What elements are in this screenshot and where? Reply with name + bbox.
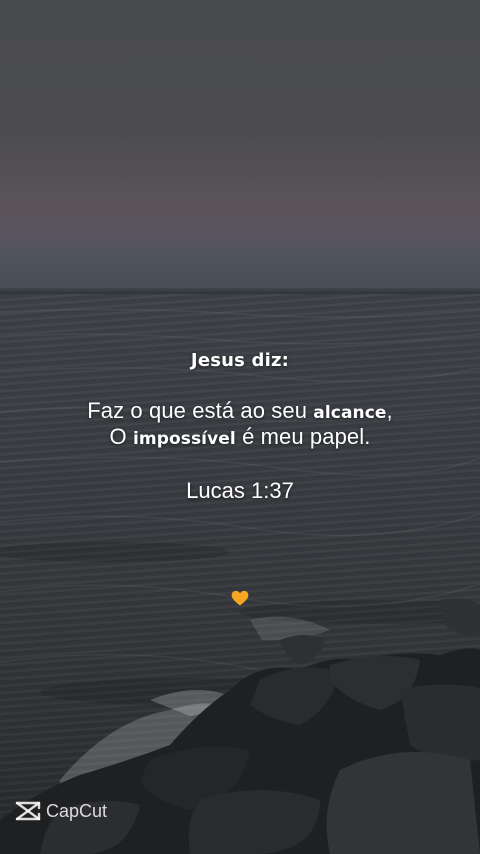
quote-line-2-pre: O [109, 424, 133, 449]
sky [0, 0, 480, 300]
quote-title: Jesus diz: [190, 350, 290, 371]
quote-emphasis-alcance: alcance [313, 403, 387, 423]
capcut-watermark: CapCut [14, 798, 107, 824]
capcut-logo-icon [15, 801, 41, 821]
quote-line-1: Faz o que está ao seu alcance, [0, 398, 480, 424]
quote-line-1-post: , [386, 398, 393, 423]
orange-heart-icon [231, 590, 249, 606]
quote-line-1-pre: Faz o que está ao seu [87, 398, 314, 423]
bible-reference: Lucas 1:37 [186, 478, 294, 503]
watermark-text: CapCut [46, 800, 108, 821]
quote-line-2-post: é meu papel. [235, 424, 371, 449]
quote-emphasis-impossivel: impossível [132, 429, 236, 449]
quote-line-2: O impossível é meu papel. [0, 424, 480, 450]
